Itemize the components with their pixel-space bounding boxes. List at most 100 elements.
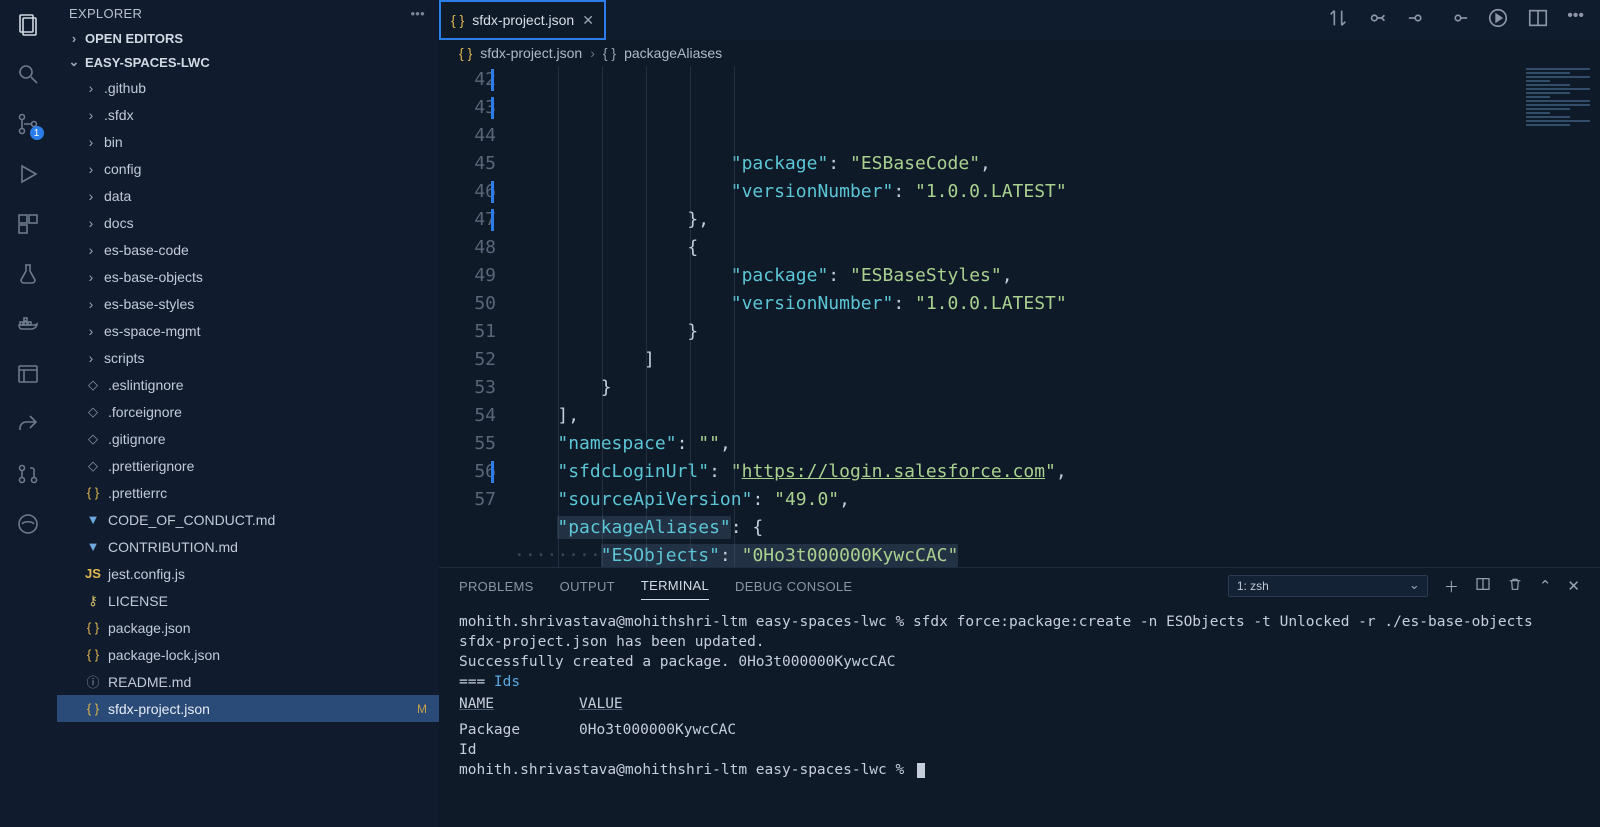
file-LICENSE[interactable]: ⚷LICENSE <box>57 587 439 614</box>
terminal-select[interactable]: 1: zsh <box>1228 575 1428 597</box>
chevron-right-icon: › <box>85 215 97 231</box>
open-changes-icon[interactable] <box>1367 7 1389 34</box>
file-label: README.md <box>108 674 191 690</box>
file-label: .gitignore <box>108 431 166 447</box>
file-.gitignore[interactable]: ◇.gitignore <box>57 425 439 452</box>
new-terminal-icon[interactable]: ＋ <box>1444 576 1459 597</box>
json-file-icon: { } <box>459 45 472 61</box>
file-tree: ›.github›.sfdx›bin›config›data›docs›es-b… <box>55 74 439 827</box>
file-label: CODE_OF_CONDUCT.md <box>108 512 275 528</box>
file-label: .prettierrc <box>108 485 167 501</box>
file-label: .prettierignore <box>108 458 194 474</box>
pull-request-icon[interactable] <box>14 460 42 488</box>
breadcrumb-symbol[interactable]: packageAliases <box>624 45 722 61</box>
chevron-right-icon: › <box>85 188 97 204</box>
terminal-cursor <box>917 763 925 778</box>
file-.eslintignore[interactable]: ◇.eslintignore <box>57 371 439 398</box>
extensions-icon[interactable] <box>14 210 42 238</box>
file-.forceignore[interactable]: ◇.forceignore <box>57 398 439 425</box>
folder-.sfdx[interactable]: ›.sfdx <box>57 101 439 128</box>
activity-bar: 1 <box>0 0 55 827</box>
folder-label: bin <box>104 134 123 150</box>
tab-debug-console[interactable]: DEBUG CONSOLE <box>735 573 852 600</box>
folder-label: es-base-code <box>104 242 189 258</box>
breadcrumb-separator: › <box>590 45 595 61</box>
folder-bin[interactable]: ›bin <box>57 128 439 155</box>
folder-es-base-objects[interactable]: ›es-base-objects <box>57 263 439 290</box>
folder-docs[interactable]: › docs <box>57 209 439 236</box>
file-label: .forceignore <box>108 404 182 420</box>
compare-changes-icon[interactable] <box>1327 7 1349 34</box>
folder-label: docs <box>104 215 134 231</box>
scm-status: M <box>417 702 427 716</box>
file-label: .eslintignore <box>108 377 184 393</box>
panel-tabs: PROBLEMS OUTPUT TERMINAL DEBUG CONSOLE 1… <box>439 568 1600 604</box>
folder-es-space-mgmt[interactable]: ›es-space-mgmt <box>57 317 439 344</box>
share-icon[interactable] <box>14 410 42 438</box>
folder-es-base-styles[interactable]: ›es-base-styles <box>57 290 439 317</box>
close-tab-icon[interactable]: ✕ <box>582 12 594 29</box>
file-.prettierignore[interactable]: ◇.prettierignore <box>57 452 439 479</box>
terminal-content[interactable]: mohith.shrivastava@mohithshri-ltm easy-s… <box>439 604 1600 827</box>
code-editor[interactable]: 42434445464748495051525354555657 "packag… <box>439 66 1600 567</box>
salesforce-icon[interactable] <box>14 510 42 538</box>
file-label: LICENSE <box>108 593 168 609</box>
open-editors-section[interactable]: › OPEN EDITORS <box>55 27 439 50</box>
terminal-data-row: Package Id 0Ho3t000000KywcCAC <box>459 720 1580 760</box>
editor-area: { } sfdx-project.json ✕ ••• { } sfdx-pro… <box>439 0 1600 827</box>
minimap[interactable] <box>1520 66 1600 206</box>
file-.prettierrc[interactable]: { }.prettierrc <box>57 479 439 506</box>
terminal-line: === Ids <box>459 672 1580 692</box>
file-README.md[interactable]: ⓘREADME.md <box>57 668 439 695</box>
close-panel-icon[interactable]: ✕ <box>1567 577 1580 595</box>
explorer-icon[interactable] <box>14 10 42 38</box>
file-CONTRIBUTION.md[interactable]: ▼CONTRIBUTION.md <box>57 533 439 560</box>
tab-terminal[interactable]: TERMINAL <box>641 572 709 600</box>
tab-sfdx-project[interactable]: { } sfdx-project.json ✕ <box>439 0 606 40</box>
sidebar-title: EXPLORER <box>69 6 142 21</box>
folder-label: es-space-mgmt <box>104 323 200 339</box>
file-jest.config.js[interactable]: JSjest.config.js <box>57 560 439 587</box>
folder-es-base-code[interactable]: ›es-base-code <box>57 236 439 263</box>
chevron-right-icon: › <box>85 80 97 96</box>
chevron-right-icon: › <box>67 31 81 46</box>
run-debug-icon[interactable] <box>14 160 42 188</box>
terminal-line: Successfully created a package. 0Ho3t000… <box>459 652 1580 672</box>
preview-icon[interactable] <box>14 360 42 388</box>
terminal-line: mohith.shrivastava@mohithshri-ltm easy-s… <box>459 612 1580 632</box>
docker-icon[interactable] <box>14 310 42 338</box>
project-section[interactable]: ⌄ EASY-SPACES-LWC <box>55 50 439 74</box>
kill-terminal-icon[interactable] <box>1507 576 1523 596</box>
json-symbol-icon: { } <box>603 45 616 61</box>
tab-output[interactable]: OUTPUT <box>560 573 615 600</box>
testing-icon[interactable] <box>14 260 42 288</box>
go-forward-icon[interactable] <box>1447 7 1469 34</box>
folder-scripts[interactable]: › scripts <box>57 344 439 371</box>
file-sfdx-project.json[interactable]: { }sfdx-project.jsonM <box>57 695 439 722</box>
breadcrumb[interactable]: { } sfdx-project.json › { } packageAlias… <box>439 40 1600 66</box>
scm-badge: 1 <box>30 126 44 140</box>
folder-label: data <box>104 188 131 204</box>
go-back-icon[interactable] <box>1407 7 1429 34</box>
folder-config[interactable]: ›config <box>57 155 439 182</box>
open-editors-label: OPEN EDITORS <box>85 31 183 46</box>
more-actions-icon[interactable]: ••• <box>1567 7 1584 34</box>
maximize-panel-icon[interactable]: ⌃ <box>1539 577 1552 595</box>
file-package-lock.json[interactable]: { }package-lock.json <box>57 641 439 668</box>
tab-problems[interactable]: PROBLEMS <box>459 573 534 600</box>
sidebar-more-icon[interactable]: ••• <box>410 6 425 21</box>
folder-.github[interactable]: ›.github <box>57 74 439 101</box>
code-content[interactable]: "package": "ESBaseCode", "versionNumber"… <box>514 66 1600 567</box>
split-terminal-icon[interactable] <box>1475 576 1491 596</box>
breadcrumb-file[interactable]: sfdx-project.json <box>480 45 582 61</box>
folder-label: scripts <box>104 350 144 366</box>
split-editor-icon[interactable] <box>1527 7 1549 34</box>
file-CODE_OF_CONDUCT.md[interactable]: ▼CODE_OF_CONDUCT.md <box>57 506 439 533</box>
run-icon[interactable] <box>1487 7 1509 34</box>
folder-data[interactable]: › data <box>57 182 439 209</box>
source-control-icon[interactable]: 1 <box>14 110 42 138</box>
chevron-right-icon: › <box>85 350 97 366</box>
folder-label: es-base-styles <box>104 296 194 312</box>
search-icon[interactable] <box>14 60 42 88</box>
file-package.json[interactable]: { }package.json <box>57 614 439 641</box>
